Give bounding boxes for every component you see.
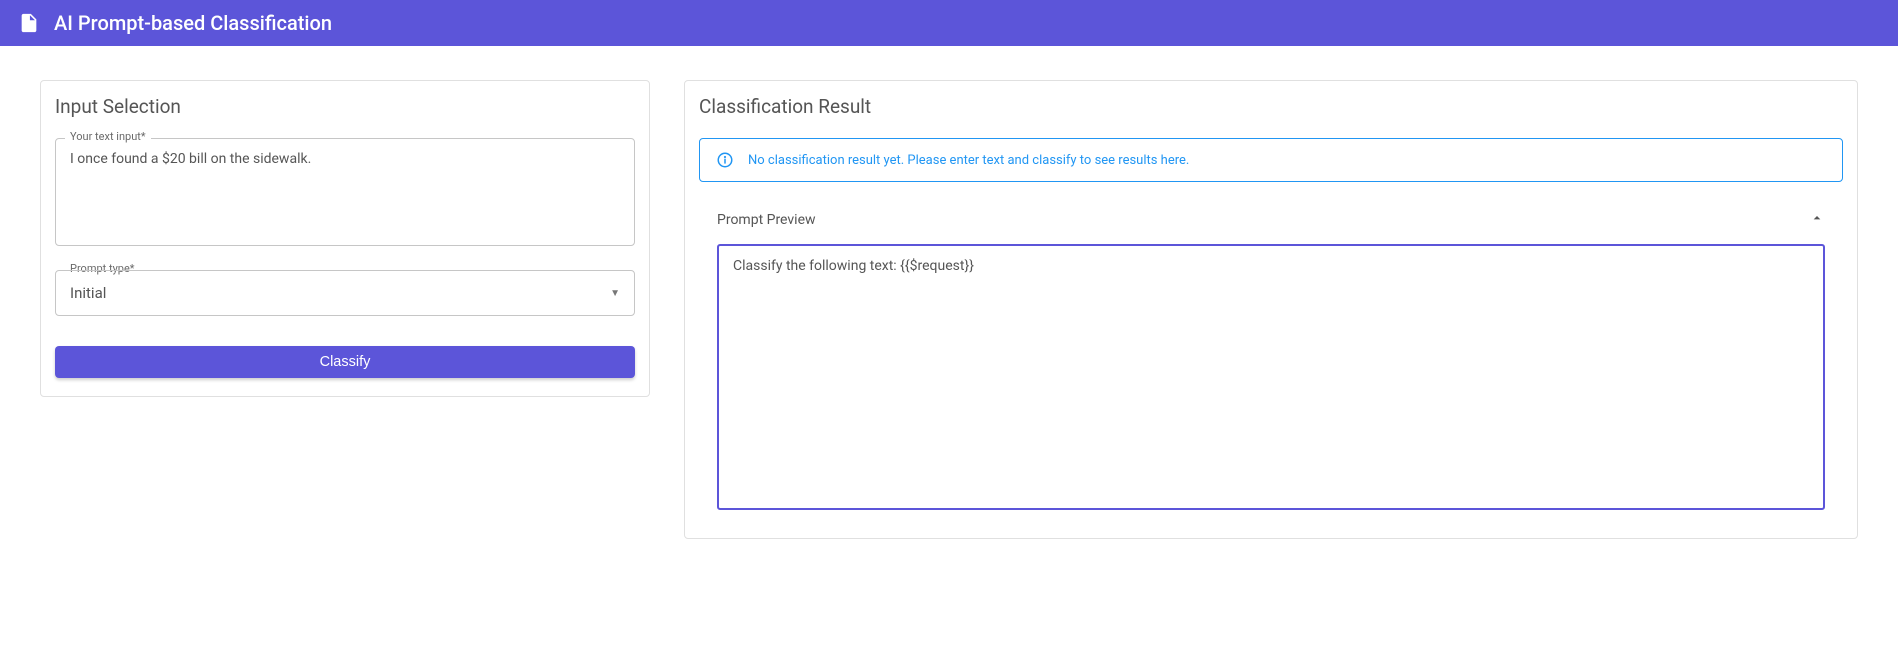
input-card-title: Input Selection <box>55 95 635 118</box>
prompt-type-value: Initial <box>70 284 610 302</box>
text-input[interactable] <box>55 138 635 246</box>
prompt-type-field: Prompt type* Initial ▼ <box>55 270 635 316</box>
prompt-preview-label: Prompt Preview <box>717 212 816 228</box>
chevron-up-icon <box>1809 210 1825 230</box>
result-card-title: Classification Result <box>699 95 1843 118</box>
app-header: AI Prompt-based Classification <box>0 0 1898 46</box>
main-content: Input Selection Your text input* Prompt … <box>0 46 1898 573</box>
info-icon <box>716 151 734 169</box>
document-icon <box>18 12 40 34</box>
prompt-preview-content: Classify the following text: {{$request}… <box>717 244 1825 510</box>
info-message: No classification result yet. Please ent… <box>748 153 1189 168</box>
classify-button[interactable]: Classify <box>55 346 635 378</box>
dropdown-arrow-icon: ▼ <box>610 288 620 299</box>
text-input-field: Your text input* <box>55 138 635 250</box>
classification-result-card: Classification Result No classification … <box>684 80 1858 539</box>
app-title: AI Prompt-based Classification <box>54 11 332 35</box>
prompt-type-select[interactable]: Initial ▼ <box>55 270 635 316</box>
info-alert: No classification result yet. Please ent… <box>699 138 1843 182</box>
prompt-preview-toggle[interactable]: Prompt Preview <box>699 204 1843 244</box>
input-selection-card: Input Selection Your text input* Prompt … <box>40 80 650 397</box>
text-input-label: Your text input* <box>65 130 151 143</box>
